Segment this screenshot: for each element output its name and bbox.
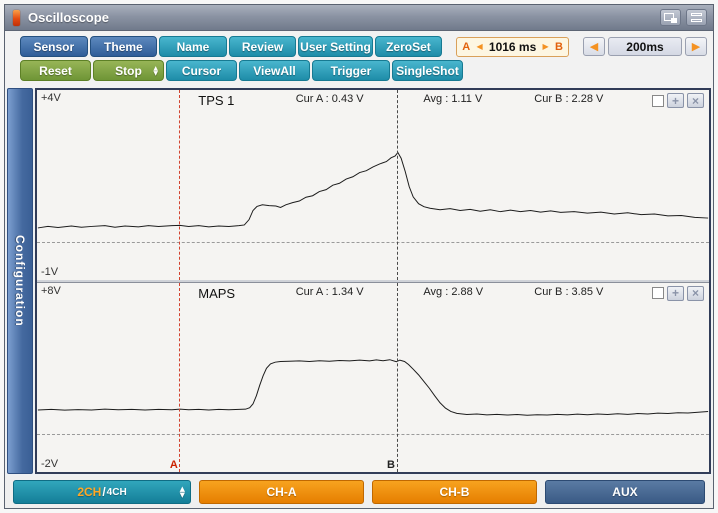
- channel-checkbox[interactable]: [652, 287, 664, 299]
- vmin-label: -1V: [41, 265, 59, 278]
- reset-button[interactable]: Reset: [20, 60, 91, 81]
- stop-button[interactable]: Stop ▲ ▼: [93, 60, 164, 81]
- theme-button[interactable]: Theme: [89, 36, 158, 57]
- cursor-button[interactable]: Cursor: [166, 60, 237, 81]
- cursor-a-marker: A: [169, 459, 178, 471]
- mode-2ch-label: 2CH: [77, 485, 102, 499]
- scope-panel-maps: +8V -2V MAPS Cur A : 1.34 V Avg : 2.88 V…: [37, 281, 709, 472]
- name-button[interactable]: Name: [159, 36, 227, 57]
- singleshot-button[interactable]: SingleShot: [392, 60, 463, 81]
- title-bar: Oscilloscope: [5, 5, 713, 31]
- channel-bar: 2CH / 4CH ▲ ▼ CH-A CH-B AUX: [5, 476, 713, 508]
- oscilloscope-window: Oscilloscope Sensor Theme Name Review Us…: [4, 4, 714, 509]
- average-readout: Avg : 2.88 V: [423, 285, 484, 298]
- cursor-delta-readout: A ◀ 1016 ms ▶ B: [456, 36, 569, 57]
- cursor-a-line[interactable]: [179, 282, 181, 472]
- maps-waveform: [37, 358, 709, 416]
- right-triangle-icon: ▶: [542, 42, 549, 51]
- cursor-delta-value: 1016 ms: [488, 39, 537, 54]
- spinner-arrows-icon: ▲ ▼: [153, 64, 158, 77]
- app-icon: [13, 9, 20, 26]
- window-title: Oscilloscope: [28, 10, 109, 25]
- cursor-b-line[interactable]: [396, 90, 398, 280]
- sensor-button[interactable]: Sensor: [20, 36, 88, 57]
- mode-4ch-label: 4CH: [106, 486, 127, 498]
- expand-icon[interactable]: +: [667, 285, 684, 301]
- cursor-b-marker: B: [386, 459, 395, 471]
- timebase-increase-button[interactable]: ▶: [684, 37, 707, 56]
- cursor-a-tag: A: [462, 40, 471, 53]
- timebase-value: 200ms: [607, 37, 682, 56]
- screen-capture-icon[interactable]: [660, 9, 681, 26]
- configuration-tab-label: Configuration: [13, 235, 27, 327]
- close-icon[interactable]: ×: [687, 93, 704, 108]
- channel-mode-button[interactable]: 2CH / 4CH ▲ ▼: [13, 480, 191, 504]
- cursor-a-readout: Cur A : 1.34 V: [295, 285, 364, 298]
- zeroset-button[interactable]: ZeroSet: [374, 36, 443, 57]
- timebase-control: ◀ 200ms ▶: [582, 37, 707, 56]
- channel-name: TPS 1: [198, 93, 235, 108]
- channel-name: MAPS: [198, 285, 236, 301]
- review-button[interactable]: Review: [228, 36, 297, 57]
- spinner-arrows-icon: ▲ ▼: [179, 485, 185, 499]
- viewall-button[interactable]: ViewAll: [239, 60, 310, 81]
- close-icon[interactable]: ×: [687, 285, 704, 301]
- tps1-waveform: [37, 151, 709, 229]
- vmax-label: +8V: [41, 284, 61, 297]
- zero-volt-line: [37, 241, 709, 243]
- trigger-button[interactable]: Trigger: [312, 60, 390, 81]
- average-readout: Avg : 1.11 V: [423, 93, 483, 105]
- timebase-decrease-button[interactable]: ◀: [582, 37, 605, 56]
- user-setting-button[interactable]: User Setting: [298, 36, 373, 57]
- channel-b-button[interactable]: CH-B: [371, 480, 537, 504]
- cursor-b-readout: Cur B : 2.28 V: [534, 93, 604, 105]
- toolbar: Sensor Theme Name Review User Setting Ze…: [5, 31, 713, 88]
- main-area: Configuration +4V -1V TPS 1 Cur A : 0.43…: [7, 88, 711, 474]
- window-layout-icon[interactable]: [686, 9, 707, 26]
- channel-a-button[interactable]: CH-A: [199, 480, 364, 504]
- cursor-a-readout: Cur A : 0.43 V: [295, 93, 364, 105]
- configuration-tab[interactable]: Configuration: [7, 88, 33, 474]
- cursor-b-line[interactable]: [396, 282, 398, 472]
- scope-panels: +4V -1V TPS 1 Cur A : 0.43 V Avg : 1.11 …: [35, 88, 711, 474]
- channel-checkbox[interactable]: [652, 94, 664, 107]
- zero-volt-line: [37, 434, 709, 436]
- cursor-b-readout: Cur B : 3.85 V: [534, 285, 604, 298]
- stop-button-label: Stop: [115, 63, 142, 78]
- vmax-label: +4V: [41, 92, 61, 104]
- aux-button[interactable]: AUX: [544, 480, 706, 504]
- cursor-b-tag: B: [554, 40, 563, 53]
- vmin-label: -2V: [41, 458, 59, 470]
- scope-panel-tps1: +4V -1V TPS 1 Cur A : 0.43 V Avg : 1.11 …: [37, 90, 709, 280]
- left-triangle-icon: ◀: [476, 42, 483, 51]
- cursor-a-line[interactable]: [179, 90, 181, 280]
- expand-icon[interactable]: +: [667, 93, 684, 108]
